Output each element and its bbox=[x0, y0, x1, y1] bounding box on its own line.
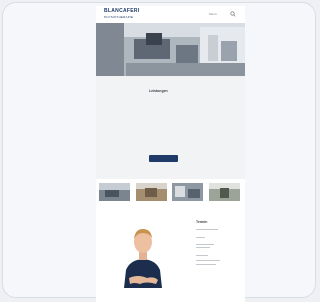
gallery-thumbnail[interactable] bbox=[172, 183, 203, 201]
contact-text-line bbox=[196, 229, 218, 231]
treatments-section: Leistungen bbox=[96, 76, 245, 179]
hero-photo bbox=[96, 23, 245, 76]
preview-card: BLANCAFERI PHYSIOTHERAPIE Menü Leistunge… bbox=[2, 2, 316, 302]
nav-menu-link[interactable]: Menü bbox=[209, 12, 217, 16]
contact-text-line bbox=[196, 260, 220, 262]
search-icon[interactable] bbox=[230, 11, 236, 17]
site-header: BLANCAFERI PHYSIOTHERAPIE Menü bbox=[96, 6, 245, 23]
site-logo[interactable]: BLANCAFERI PHYSIOTHERAPIE bbox=[104, 8, 144, 21]
hero-image bbox=[96, 23, 245, 76]
contact-section: Termin bbox=[96, 210, 245, 302]
section-title: Leistungen bbox=[149, 89, 168, 93]
therapist-portrait bbox=[124, 229, 162, 288]
contact-text-line bbox=[196, 255, 208, 257]
contact-text-line bbox=[196, 244, 214, 246]
logo-text: BLANCAFERI bbox=[104, 8, 140, 14]
contact-text-line bbox=[196, 237, 205, 239]
appointment-button[interactable] bbox=[149, 155, 178, 162]
logo-subtitle: PHYSIOTHERAPIE bbox=[104, 15, 134, 19]
contact-text-line bbox=[196, 264, 216, 266]
gallery-thumbnail[interactable] bbox=[136, 183, 167, 201]
contact-text-line bbox=[196, 247, 210, 249]
contact-heading: Termin bbox=[196, 220, 208, 224]
gallery-thumbnail[interactable] bbox=[209, 183, 240, 201]
website-preview[interactable]: BLANCAFERI PHYSIOTHERAPIE Menü Leistunge… bbox=[96, 6, 245, 302]
gallery-thumbnail[interactable] bbox=[99, 183, 130, 201]
gallery-strip bbox=[96, 180, 245, 210]
